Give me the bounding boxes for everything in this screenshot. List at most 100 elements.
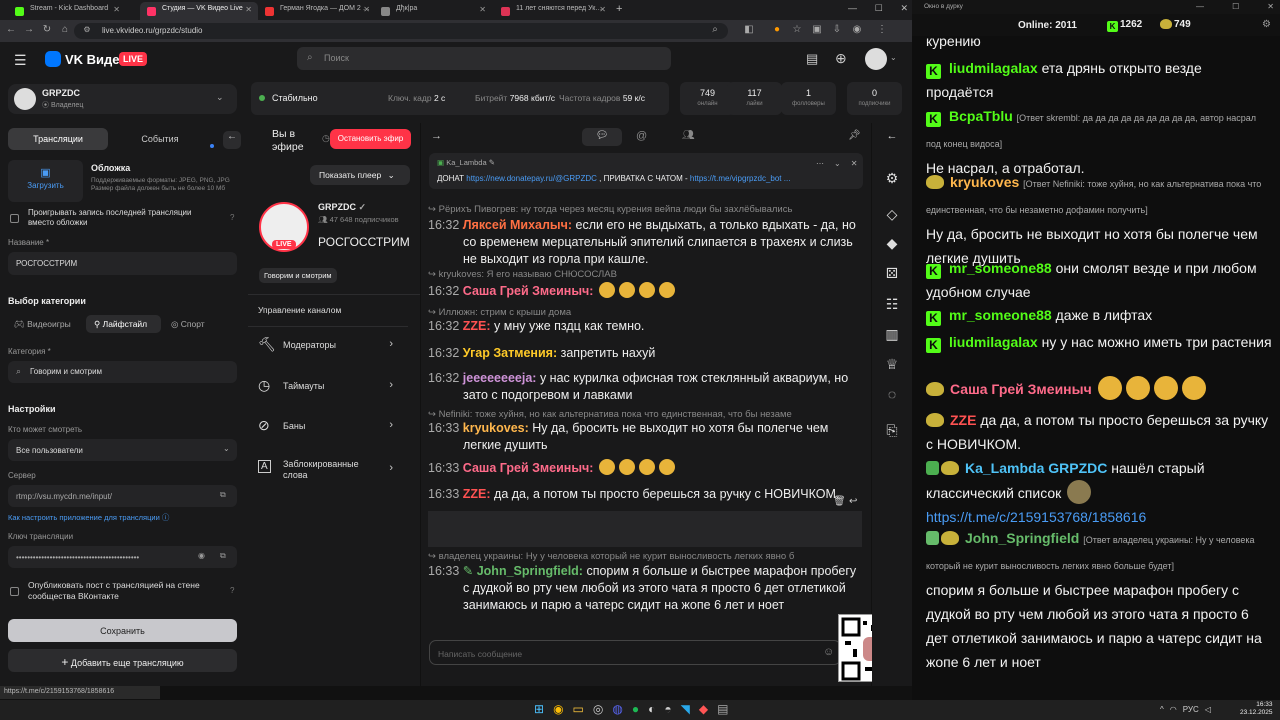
profile-icon[interactable]: ◉ bbox=[850, 23, 864, 37]
close-icon[interactable]: ✕ bbox=[1267, 2, 1274, 11]
message-author[interactable]: kryukoves: bbox=[463, 421, 529, 435]
chevron-down-icon[interactable]: ⌄ bbox=[834, 159, 841, 168]
spotify-icon[interactable]: ● bbox=[632, 702, 639, 716]
notifications-icon[interactable]: ▤ bbox=[806, 51, 818, 67]
chat-tab-mentions[interactable]: @ bbox=[636, 130, 647, 142]
show-player-button[interactable]: Показать плеер ⌄ bbox=[310, 165, 410, 185]
trophy-icon[interactable]: ♕ bbox=[882, 356, 902, 376]
stats-icon[interactable]: ▥ bbox=[882, 326, 902, 346]
speaker-icon[interactable]: ◁ bbox=[1205, 705, 1211, 714]
menu-timeouts[interactable]: ◷ Таймауты › bbox=[248, 369, 408, 405]
close-tab-icon[interactable]: ✕ bbox=[599, 5, 606, 14]
help-icon[interactable]: ? bbox=[230, 586, 234, 595]
replay-checkbox[interactable] bbox=[10, 214, 19, 223]
tab-events[interactable]: События bbox=[110, 128, 210, 150]
language-indicator[interactable]: РУС bbox=[1183, 705, 1199, 714]
browser-tab[interactable]: Stream - Kick Dashboard ✕ bbox=[8, 2, 126, 20]
category-input[interactable]: Говорим и смотрим bbox=[8, 361, 237, 383]
obs-icon[interactable]: ◐ bbox=[648, 702, 655, 716]
close-tab-icon[interactable]: ✕ bbox=[245, 5, 252, 14]
app-icon[interactable]: ◓ bbox=[664, 702, 671, 716]
chevron-down-icon[interactable]: ⌄ bbox=[890, 53, 897, 62]
diamond-icon[interactable]: ◇ bbox=[882, 206, 902, 226]
vk-logo-icon[interactable] bbox=[45, 51, 61, 67]
menu-moderators[interactable]: 🔨︎ Модераторы › bbox=[248, 328, 408, 364]
copy-icon[interactable]: ⧉ bbox=[220, 551, 226, 561]
category-chip[interactable]: Говорим и смотрим bbox=[259, 268, 337, 283]
stream-name-input[interactable]: РОСГОССТРИМ bbox=[8, 252, 237, 275]
message-author[interactable]: Ляксей Михалыч: bbox=[463, 218, 572, 232]
browser-tab[interactable]: Герман Ягодка — ДОМ 2 и ак ✕ bbox=[258, 2, 376, 20]
maximize-icon[interactable]: ☐ bbox=[1232, 2, 1239, 11]
settings-icon[interactable]: ⚙ bbox=[882, 170, 902, 190]
eye-icon[interactable]: ◉ bbox=[198, 551, 205, 560]
steam-icon[interactable]: ◎ bbox=[593, 702, 603, 716]
server-input[interactable]: rtmp://vsu.mycdn.me/input/ bbox=[8, 485, 237, 507]
close-icon[interactable]: ✕ bbox=[900, 3, 908, 14]
stop-stream-button[interactable]: Остановить эфир bbox=[330, 129, 411, 149]
message-author[interactable]: jeeeeeeeeja: bbox=[463, 371, 537, 385]
menu-icon[interactable]: ⋮ bbox=[875, 23, 889, 37]
message-author[interactable]: Саша Грей Змеиныч: bbox=[463, 284, 594, 298]
burger-menu-icon[interactable]: ☰ bbox=[14, 52, 27, 69]
avatar[interactable] bbox=[865, 48, 887, 70]
minimize-icon[interactable]: — bbox=[1196, 2, 1204, 11]
browser-tab[interactable]: 11 лет сняются перед Украин ✕ bbox=[494, 2, 612, 20]
zoom-icon[interactable]: ⌕ bbox=[708, 23, 722, 37]
chrome-icon[interactable]: ◉ bbox=[553, 702, 563, 716]
tab-broadcasts[interactable]: Трансляции bbox=[8, 128, 108, 150]
search-input[interactable]: Поиск bbox=[297, 47, 671, 70]
download-icon[interactable]: ⇩ bbox=[830, 23, 844, 37]
link-icon[interactable]: ⎘ bbox=[882, 422, 902, 442]
list-icon[interactable]: ☷ bbox=[882, 296, 902, 316]
who-can-watch-select[interactable]: Все пользователи bbox=[8, 439, 237, 461]
files-icon[interactable]: ▭ bbox=[573, 702, 584, 716]
message-author[interactable]: ZZE: bbox=[463, 487, 491, 501]
dice-icon[interactable]: ⚄ bbox=[882, 265, 902, 285]
close-icon[interactable]: ✕ bbox=[851, 159, 858, 168]
browser-tab[interactable]: Студия — VK Видео Live ✕ bbox=[140, 2, 258, 20]
close-tab-icon[interactable]: ✕ bbox=[479, 5, 486, 14]
gem-icon[interactable]: ◆ bbox=[882, 235, 902, 255]
help-icon[interactable]: ? bbox=[230, 213, 234, 222]
save-button[interactable]: Сохранить bbox=[8, 619, 237, 642]
message-author[interactable]: John_Springfield: bbox=[477, 564, 583, 578]
chevron-up-icon[interactable]: ^ bbox=[1160, 705, 1164, 714]
clock[interactable]: 16:33 23.12.2025 bbox=[1240, 701, 1273, 717]
upload-cover-button[interactable]: ▣ Загрузить bbox=[8, 160, 83, 202]
minimize-icon[interactable]: — bbox=[848, 3, 857, 14]
maximize-icon[interactable]: ☐ bbox=[875, 3, 883, 14]
howto-link[interactable]: Как настроить приложение для трансляции … bbox=[8, 512, 169, 523]
expand-icon[interactable]: → bbox=[431, 130, 442, 142]
back-icon[interactable]: ← bbox=[882, 130, 902, 150]
site-info-icon[interactable]: ⚙ bbox=[80, 23, 94, 37]
category-tab-games[interactable]: 🎮︎ Видеоигры bbox=[14, 319, 71, 330]
app-icon[interactable]: ◆ bbox=[699, 702, 708, 716]
close-tab-icon[interactable]: ✕ bbox=[363, 5, 370, 14]
menu-bans[interactable]: ⊘ Баны › bbox=[248, 409, 408, 445]
extension-icon[interactable]: ◧ bbox=[742, 23, 756, 37]
emoji-icon[interactable]: ☺ bbox=[823, 646, 834, 658]
chat-input[interactable]: Написать сообщение bbox=[429, 640, 841, 665]
url-field[interactable]: live.vkvideo.ru/grpzdc/studio bbox=[74, 23, 728, 39]
close-tab-icon[interactable]: ✕ bbox=[113, 5, 120, 14]
menu-blocked-words[interactable]: A Заблокированные слова › bbox=[248, 452, 408, 492]
back-icon[interactable]: ← bbox=[4, 23, 18, 37]
message-author[interactable]: Саша Грей Змеиныч: bbox=[463, 461, 594, 475]
home-icon[interactable]: ⌂ bbox=[58, 23, 72, 37]
collapse-panel-button[interactable]: ← bbox=[223, 131, 241, 149]
message-author[interactable]: Угар Затмения: bbox=[463, 346, 557, 360]
more-icon[interactable]: ⋯ bbox=[816, 159, 824, 168]
publish-checkbox[interactable] bbox=[10, 587, 19, 596]
browser-tab[interactable]: Дђк|ра ✕ bbox=[374, 2, 492, 20]
wifi-icon[interactable]: ◠ bbox=[1170, 705, 1177, 714]
reload-icon[interactable]: ↻ bbox=[40, 23, 54, 37]
new-tab-button[interactable]: + bbox=[616, 3, 622, 15]
chat-tab-users[interactable]: 👥︎ bbox=[682, 130, 695, 141]
chat-bubble-icon[interactable]: ◌ bbox=[882, 386, 902, 406]
reply-icon[interactable]: ↩ bbox=[849, 496, 857, 507]
chat-tab-messages[interactable]: 💬︎ bbox=[582, 128, 622, 146]
sidebar-icon[interactable]: ▣ bbox=[810, 23, 824, 37]
discord-icon[interactable]: ◍ bbox=[612, 702, 622, 716]
delete-icon[interactable]: 🗑︎ bbox=[833, 496, 846, 507]
